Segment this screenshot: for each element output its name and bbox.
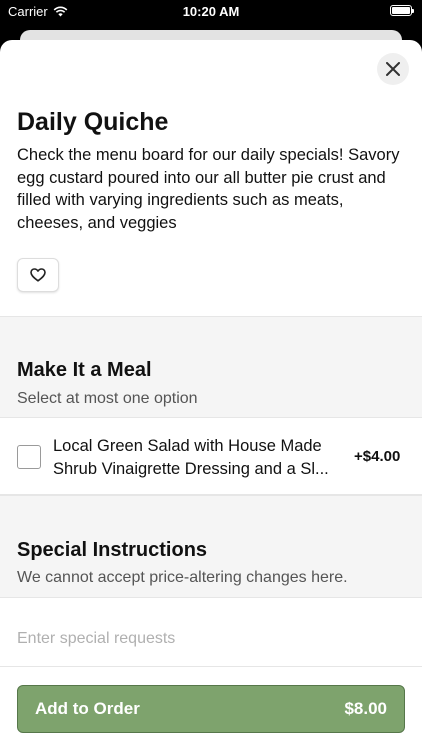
item-detail-sheet: Daily Quiche Check the menu board for ou…: [0, 40, 422, 750]
special-instructions-subtitle: We cannot accept price-altering changes …: [17, 569, 348, 586]
favorite-button[interactable]: [17, 258, 59, 292]
special-requests-input[interactable]: [0, 597, 422, 667]
meal-section-subtitle: Select at most one option: [17, 390, 198, 407]
battery-icon: [390, 5, 414, 16]
close-icon: [386, 62, 400, 76]
item-description: Check the menu board for our daily speci…: [17, 146, 400, 232]
item-title: Daily Quiche: [17, 108, 169, 136]
add-to-order-button[interactable]: Add to Order $8.00: [17, 685, 405, 733]
meal-option-row[interactable]: Local Green Salad with House Made Shrub …: [0, 417, 422, 495]
meal-section: Make It a Meal Select at most one option: [0, 316, 422, 417]
meal-option-checkbox[interactable]: [17, 445, 41, 469]
close-button[interactable]: [377, 53, 409, 85]
special-instructions-title: Special Instructions: [17, 539, 208, 561]
order-total: $8.00: [344, 699, 387, 718]
meal-option-label: Local Green Salad with House Made Shrub …: [53, 437, 329, 478]
meal-section-title: Make It a Meal: [17, 359, 152, 381]
add-to-order-label: Add to Order: [35, 699, 140, 718]
heart-outline-icon: [30, 268, 46, 282]
status-bar: Carrier 10:20 AM: [0, 0, 422, 24]
status-time: 10:20 AM: [182, 4, 240, 19]
meal-option-price: +$4.00: [354, 448, 401, 465]
special-instructions-section: Special Instructions We cannot accept pr…: [0, 495, 422, 597]
